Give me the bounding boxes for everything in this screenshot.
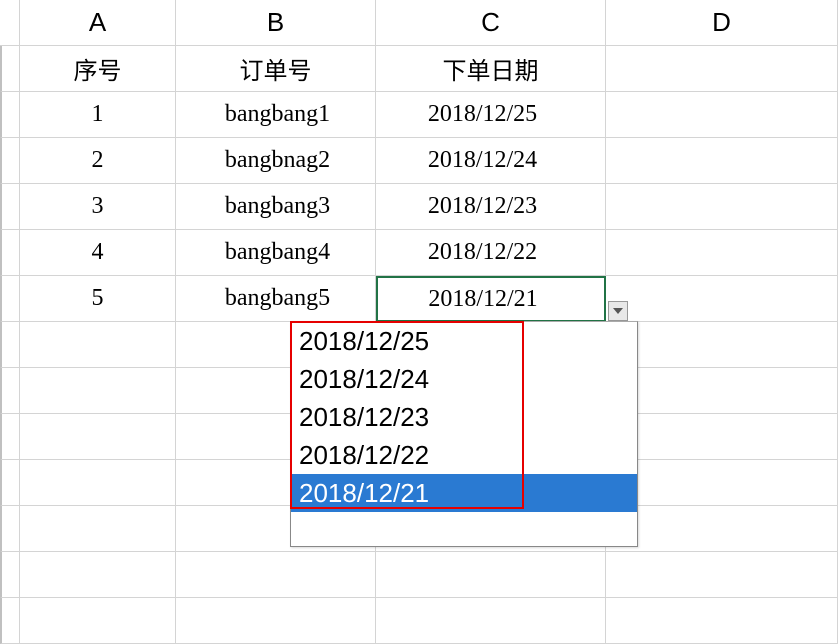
row-handle[interactable] [0,506,20,552]
cell-a6[interactable]: 5 [20,276,176,322]
dropdown-item[interactable]: 2018/12/23 [291,398,637,436]
cell-a5[interactable]: 4 [20,230,176,276]
empty-cell[interactable] [606,460,838,506]
cell-a2[interactable]: 1 [20,92,176,138]
empty-cell[interactable] [20,598,176,644]
cell-c4[interactable]: 2018/12/23 [376,184,606,230]
cell-d1[interactable] [606,46,838,92]
col-header-b[interactable]: B [176,0,376,46]
empty-cell[interactable] [20,506,176,552]
empty-cell[interactable] [606,414,838,460]
empty-cell[interactable] [20,322,176,368]
cell-a1[interactable]: 序号 [20,46,176,92]
empty-cell[interactable] [20,414,176,460]
empty-cell[interactable] [606,368,838,414]
dropdown-handle-icon[interactable] [608,301,628,321]
empty-cell[interactable] [176,552,376,598]
empty-cell[interactable] [20,552,176,598]
cell-d2[interactable] [606,92,838,138]
col-header-d[interactable]: D [606,0,838,46]
row-handle[interactable] [0,46,20,92]
empty-cell[interactable] [376,552,606,598]
cell-b3[interactable]: bangbnag2 [176,138,376,184]
row-handle[interactable] [0,414,20,460]
cell-d5[interactable] [606,230,838,276]
cell-c5[interactable]: 2018/12/22 [376,230,606,276]
row-handle[interactable] [0,184,20,230]
cell-a4[interactable]: 3 [20,184,176,230]
cell-b5[interactable]: bangbang4 [176,230,376,276]
empty-cell[interactable] [606,322,838,368]
row-handle[interactable] [0,230,20,276]
cell-b6[interactable]: bangbang5 [176,276,376,322]
cell-c3[interactable]: 2018/12/24 [376,138,606,184]
empty-cell[interactable] [376,598,606,644]
row-handle[interactable] [0,552,20,598]
dropdown-item[interactable]: 2018/12/25 [291,322,637,360]
empty-cell[interactable] [606,506,838,552]
row-handle[interactable] [0,598,20,644]
row-handle[interactable] [0,368,20,414]
dropdown-item-selected[interactable]: 2018/12/21 [291,474,637,512]
row-handle[interactable] [0,92,20,138]
cell-d6[interactable] [606,276,838,322]
corner-cell[interactable] [0,0,20,46]
row-handle[interactable] [0,276,20,322]
cell-b1[interactable]: 订单号 [176,46,376,92]
row-handle[interactable] [0,322,20,368]
empty-cell[interactable] [176,598,376,644]
empty-cell[interactable] [606,598,838,644]
dropdown-item[interactable]: 2018/12/22 [291,436,637,474]
empty-cell[interactable] [606,552,838,598]
cell-b4[interactable]: bangbang3 [176,184,376,230]
row-handle[interactable] [0,460,20,506]
empty-cell[interactable] [20,368,176,414]
cell-b2[interactable]: bangbang1 [176,92,376,138]
cell-d4[interactable] [606,184,838,230]
cell-c1[interactable]: 下单日期 [376,46,606,92]
col-header-a[interactable]: A [20,0,176,46]
cell-c6[interactable]: 2018/12/21 [376,276,606,322]
row-handle[interactable] [0,138,20,184]
cell-d3[interactable] [606,138,838,184]
autocomplete-dropdown: 2018/12/25 2018/12/24 2018/12/23 2018/12… [290,321,638,547]
cell-a3[interactable]: 2 [20,138,176,184]
col-header-c[interactable]: C [376,0,606,46]
cell-c2[interactable]: 2018/12/25 [376,92,606,138]
dropdown-item[interactable]: 2018/12/24 [291,360,637,398]
empty-cell[interactable] [20,460,176,506]
